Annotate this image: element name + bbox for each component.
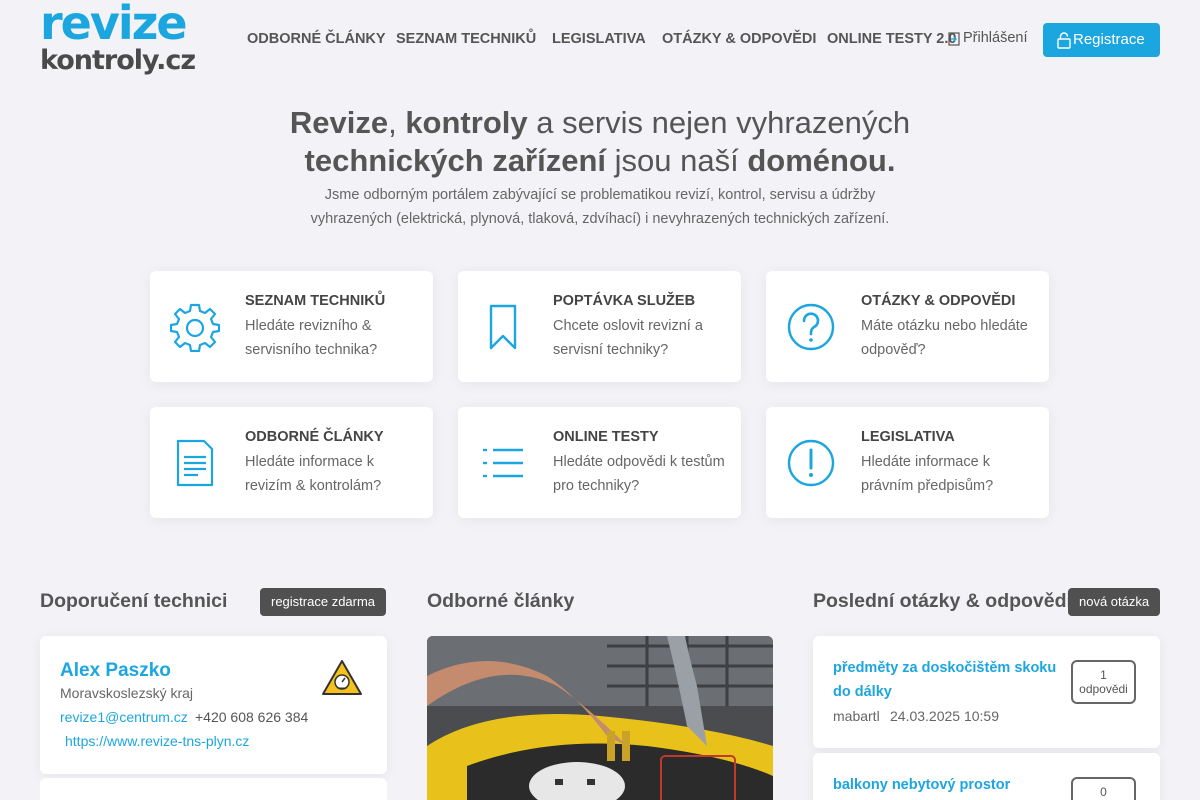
card-qa[interactable]: OTÁZKY & ODPOVĚDI Máte otázku nebo hledá…	[766, 271, 1049, 382]
card-description: Máte otázku nebo hledáte odpověď?	[861, 318, 1028, 358]
card-service-request[interactable]: POPTÁVKA SLUŽEB Chcete oslovit revizní a…	[458, 271, 741, 382]
nav-item-qa[interactable]: OTÁZKY & ODPOVĚDI	[662, 31, 816, 47]
articles-section-title: Odborné články	[427, 590, 575, 612]
card-description: Hledáte revizního & servisního technika?	[245, 318, 378, 358]
hero-title-part: technických zařízení	[304, 143, 607, 178]
hero-title-part: .	[886, 143, 896, 178]
lock-icon	[1057, 32, 1071, 49]
technician-phone: +420 608 626 384	[195, 709, 309, 725]
nav-item-technicians[interactable]: SEZNAM TECHNIKŮ	[396, 31, 536, 47]
card-title: OTÁZKY & ODPOVĚDI	[861, 293, 1016, 309]
question-title[interactable]: předměty za doskočištěm skoku do dálky	[833, 656, 1058, 704]
hero-subtitle: Jsme odborným portálem zabývající se pro…	[310, 187, 890, 227]
hero-title-part: jsou naší	[606, 143, 748, 178]
card-description: Hledáte informace k právním předpisům?	[861, 454, 994, 494]
question-item: balkony nebytový prostor 0	[813, 753, 1160, 800]
answer-count: 0	[1100, 785, 1107, 799]
hero-title-part: doménou	[747, 143, 887, 178]
technician-name[interactable]: Alex Paszko	[60, 660, 171, 682]
card-title: ODBORNÉ ČLÁNKY	[245, 429, 384, 445]
article-photo	[427, 636, 773, 800]
question-date: 24.03.2025 10:59	[890, 708, 999, 724]
technician-website[interactable]: https://www.revize-tns-plyn.cz	[65, 733, 249, 749]
answer-count-badge[interactable]: 1 odpovědi	[1071, 660, 1136, 704]
article-image[interactable]	[427, 636, 773, 800]
free-registration-button[interactable]: registrace zdarma	[260, 588, 387, 616]
exclamation-icon	[787, 439, 835, 487]
gear-icon	[170, 303, 220, 352]
card-articles[interactable]: ODBORNÉ ČLÁNKY Hledáte informace k reviz…	[150, 407, 433, 518]
logo-line-2: kontroly.cz	[40, 45, 196, 76]
card-title: ONLINE TESTY	[553, 429, 659, 445]
hero-title-part: Revize	[289, 105, 389, 140]
hero-title: Revize, kontroly a servis nejen vyhrazen…	[0, 104, 1200, 180]
header: revize kontroly.cz ODBORNÉ ČLÁNKY SEZNAM…	[0, 0, 1200, 80]
list-icon	[483, 448, 523, 478]
card-online-tests[interactable]: ONLINE TESTY Hledáte odpovědi k testům p…	[458, 407, 741, 518]
question-author: mabartl	[833, 708, 880, 724]
qa-section-title: Poslední otázky & odpovědi	[813, 590, 1072, 612]
register-button[interactable]: Registrace	[1043, 23, 1160, 57]
site-logo[interactable]: revize kontroly.cz	[40, 0, 196, 78]
technician-email[interactable]: revize1@centrum.cz	[60, 709, 188, 725]
logo-line-1: revize	[40, 0, 188, 50]
hero-title-part: a servis nejen vyhrazených	[527, 105, 911, 140]
card-legislation[interactable]: LEGISLATIVA Hledáte informace k právním …	[766, 407, 1049, 518]
document-icon	[176, 439, 214, 487]
nav-item-online-tests[interactable]: ONLINE TESTY 2.0	[827, 31, 956, 47]
nav-item-legislation[interactable]: LEGISLATIVA	[552, 31, 646, 47]
question-title[interactable]: balkony nebytový prostor	[833, 773, 1058, 797]
card-description: Hledáte odpovědi k testům pro techniky?	[553, 454, 725, 494]
bookmark-icon	[489, 304, 517, 350]
card-title: POPTÁVKA SLUŽEB	[553, 293, 696, 309]
technician-region: Moravskoslezský kraj	[60, 685, 194, 701]
card-title: SEZNAM TECHNIKŮ	[245, 293, 386, 309]
hero-title-part: kontroly	[405, 105, 528, 140]
technicians-section-title: Doporučení technici	[40, 590, 228, 612]
answer-count-badge[interactable]: 0	[1071, 777, 1136, 800]
card-title: LEGISLATIVA	[861, 429, 955, 445]
card-technicians[interactable]: SEZNAM TECHNIKŮ Hledáte revizního & serv…	[150, 271, 433, 382]
technician-card: Alex Paszko Moravskoslezský kraj revize1…	[40, 636, 387, 774]
nav-item-articles[interactable]: ODBORNÉ ČLÁNKY	[247, 31, 386, 47]
register-label: Registrace	[1073, 31, 1145, 48]
login-label: Přihlášení	[963, 30, 1028, 46]
hero-title-part: ,	[388, 105, 406, 140]
card-description: Chcete oslovit revizní a servisní techni…	[553, 318, 703, 358]
technician-card-next	[40, 778, 387, 800]
question-item: předměty za doskočištěm skoku do dálky m…	[813, 636, 1160, 748]
new-question-button[interactable]: nová otázka	[1068, 588, 1161, 616]
question-icon	[787, 303, 835, 351]
login-icon	[948, 32, 960, 46]
card-description: Hledáte informace k revizím & kontrolám?	[245, 454, 382, 494]
answer-count-label: odpovědi	[1079, 682, 1128, 696]
gas-warning-icon	[322, 660, 362, 695]
answer-count: 1	[1100, 668, 1107, 682]
